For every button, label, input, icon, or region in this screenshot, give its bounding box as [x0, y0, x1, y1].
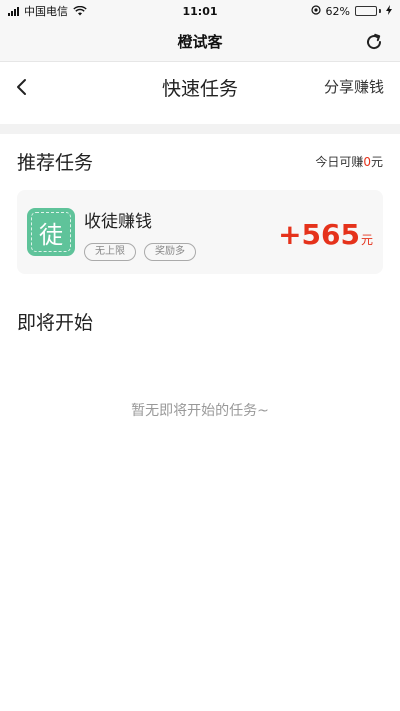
task-reward-unit: 元 [360, 233, 373, 247]
section-divider [0, 124, 400, 134]
refresh-icon [367, 33, 382, 50]
recruit-task-icon: 徒 [27, 208, 75, 256]
recommended-title: 推荐任务 [17, 152, 94, 174]
today-earnings: 今日可赚0元 [315, 153, 383, 170]
today-earnings-label: 今日可赚 [315, 155, 364, 169]
task-card-recruit[interactable]: 徒 收徒赚钱 无上限 奖励多 +565 元 [17, 190, 383, 274]
upcoming-title: 即将开始 [17, 312, 94, 334]
page-header: 快速任务 分享赚钱 [0, 62, 400, 112]
status-left: 中国电信 [8, 3, 87, 19]
task-reward-amount: +565 [278, 218, 360, 251]
upcoming-empty-message: 暂无即将开始的任务~ [131, 403, 269, 419]
battery-percent: 62% [325, 4, 350, 18]
task-tags: 无上限 奖励多 [84, 243, 196, 261]
app-title: 橙试客 [177, 33, 223, 51]
orientation-lock-icon [310, 4, 321, 18]
task-name: 收徒赚钱 [84, 212, 152, 232]
status-right: 62% [310, 4, 392, 18]
page-title: 快速任务 [161, 77, 238, 100]
today-earnings-amount: 0 [363, 155, 371, 169]
carrier-label: 中国电信 [24, 5, 68, 18]
battery-icon [355, 6, 381, 16]
recruit-task-icon-glyph: 徒 [31, 212, 71, 252]
upcoming-header: 即将开始 [17, 308, 383, 335]
status-bar: 中国电信 11:01 62% [0, 0, 400, 22]
wifi-icon [73, 6, 87, 16]
recommended-header: 推荐任务 今日可赚0元 [17, 148, 383, 175]
signal-icon [8, 6, 19, 16]
refresh-button[interactable] [364, 32, 384, 52]
back-button[interactable] [10, 75, 34, 99]
share-earn-link[interactable]: 分享赚钱 [324, 76, 384, 97]
back-arrow-icon [17, 79, 26, 95]
app-title-bar: 橙试客 [0, 22, 400, 62]
task-reward: +565 元 [278, 218, 373, 251]
task-tag: 奖励多 [144, 243, 196, 261]
today-earnings-unit: 元 [370, 155, 383, 169]
task-tag: 无上限 [84, 243, 136, 261]
charging-icon [386, 4, 392, 18]
